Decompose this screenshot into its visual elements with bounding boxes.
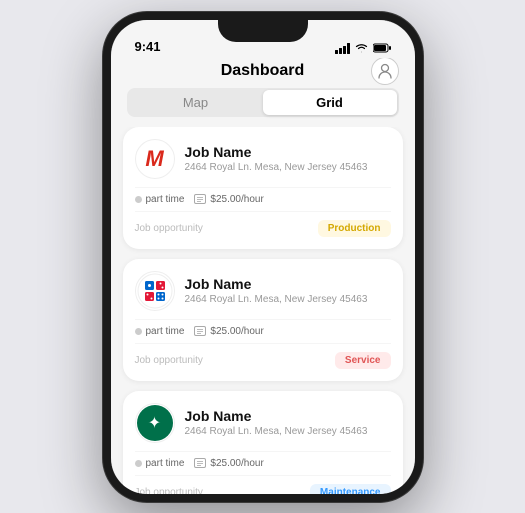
dot-icon-1	[135, 196, 142, 203]
card-info-3: Job Name 2464 Royal Ln. Mesa, New Jersey…	[185, 408, 391, 437]
dot-icon-3	[135, 460, 142, 467]
card-footer-2: Job opportunity Service	[135, 352, 391, 369]
company-logo-starbucks: ✦	[135, 403, 175, 443]
card-info-1: Job Name 2464 Royal Ln. Mesa, New Jersey…	[185, 144, 391, 173]
card-top-3: ✦ Job Name 2464 Royal Ln. Mesa, New Jers…	[135, 403, 391, 443]
dot-icon-2	[135, 328, 142, 335]
job-salary-1: $25.00/hour	[194, 194, 263, 205]
mcdonalds-m: M	[145, 146, 163, 172]
salary-icon-1	[194, 194, 206, 204]
job-address-1: 2464 Royal Ln. Mesa, New Jersey 45463	[185, 162, 391, 173]
job-name-2: Job Name	[185, 276, 391, 292]
wifi-icon	[355, 43, 368, 53]
job-salary-2: $25.00/hour	[194, 326, 263, 337]
tab-map[interactable]: Map	[129, 90, 263, 115]
opportunity-label-3: Job opportunity	[135, 487, 203, 494]
card-footer-3: Job opportunity Maintenance	[135, 484, 391, 494]
company-logo-mcdonalds: M	[135, 139, 175, 179]
card-top-2: Job Name 2464 Royal Ln. Mesa, New Jersey…	[135, 271, 391, 311]
jobs-list: M Job Name 2464 Royal Ln. Mesa, New Jers…	[111, 127, 415, 494]
badge-maintenance-3: Maintenance	[310, 484, 391, 494]
job-salary-3: $25.00/hour	[194, 458, 263, 469]
job-address-3: 2464 Royal Ln. Mesa, New Jersey 45463	[185, 426, 391, 437]
salary-icon-2	[194, 326, 206, 336]
starbucks-circle: ✦	[137, 405, 173, 441]
signal-icon	[335, 43, 350, 54]
job-address-2: 2464 Royal Ln. Mesa, New Jersey 45463	[185, 294, 391, 305]
card-details-1: part time $25.00/hour	[135, 187, 391, 212]
job-card-1[interactable]: M Job Name 2464 Royal Ln. Mesa, New Jers…	[123, 127, 403, 249]
card-top-1: M Job Name 2464 Royal Ln. Mesa, New Jers…	[135, 139, 391, 179]
job-name-3: Job Name	[185, 408, 391, 424]
page-title: Dashboard	[221, 62, 305, 80]
avatar-button[interactable]	[371, 58, 399, 85]
job-card-3[interactable]: ✦ Job Name 2464 Royal Ln. Mesa, New Jers…	[123, 391, 403, 494]
tab-grid[interactable]: Grid	[263, 90, 397, 115]
status-icons	[335, 43, 391, 54]
opportunity-label-2: Job opportunity	[135, 355, 203, 366]
battery-icon	[373, 43, 391, 53]
header: Dashboard	[111, 58, 415, 88]
card-info-2: Job Name 2464 Royal Ln. Mesa, New Jersey…	[185, 276, 391, 305]
status-bar: 9:41	[111, 20, 415, 58]
starbucks-star-icon: ✦	[148, 413, 161, 433]
card-footer-1: Job opportunity Production	[135, 220, 391, 237]
opportunity-label-1: Job opportunity	[135, 223, 203, 234]
job-type-1: part time	[135, 194, 185, 205]
salary-icon-3	[194, 458, 206, 468]
notch	[218, 20, 308, 42]
tab-switcher: Map Grid	[127, 88, 399, 117]
user-icon	[378, 63, 392, 79]
card-details-3: part time $25.00/hour	[135, 451, 391, 476]
badge-production-1: Production	[318, 220, 391, 237]
card-details-2: part time $25.00/hour	[135, 319, 391, 344]
job-card-2[interactable]: Job Name 2464 Royal Ln. Mesa, New Jersey…	[123, 259, 403, 381]
job-name-1: Job Name	[185, 144, 391, 160]
badge-service-2: Service	[335, 352, 391, 369]
dominos-logo	[137, 273, 173, 309]
job-type-3: part time	[135, 458, 185, 469]
job-type-2: part time	[135, 326, 185, 337]
app-content: Dashboard Map Grid M	[111, 58, 415, 494]
phone-frame: 9:41 Dashbo	[103, 12, 423, 502]
status-time: 9:41	[135, 39, 161, 54]
company-logo-dominos	[135, 271, 175, 311]
